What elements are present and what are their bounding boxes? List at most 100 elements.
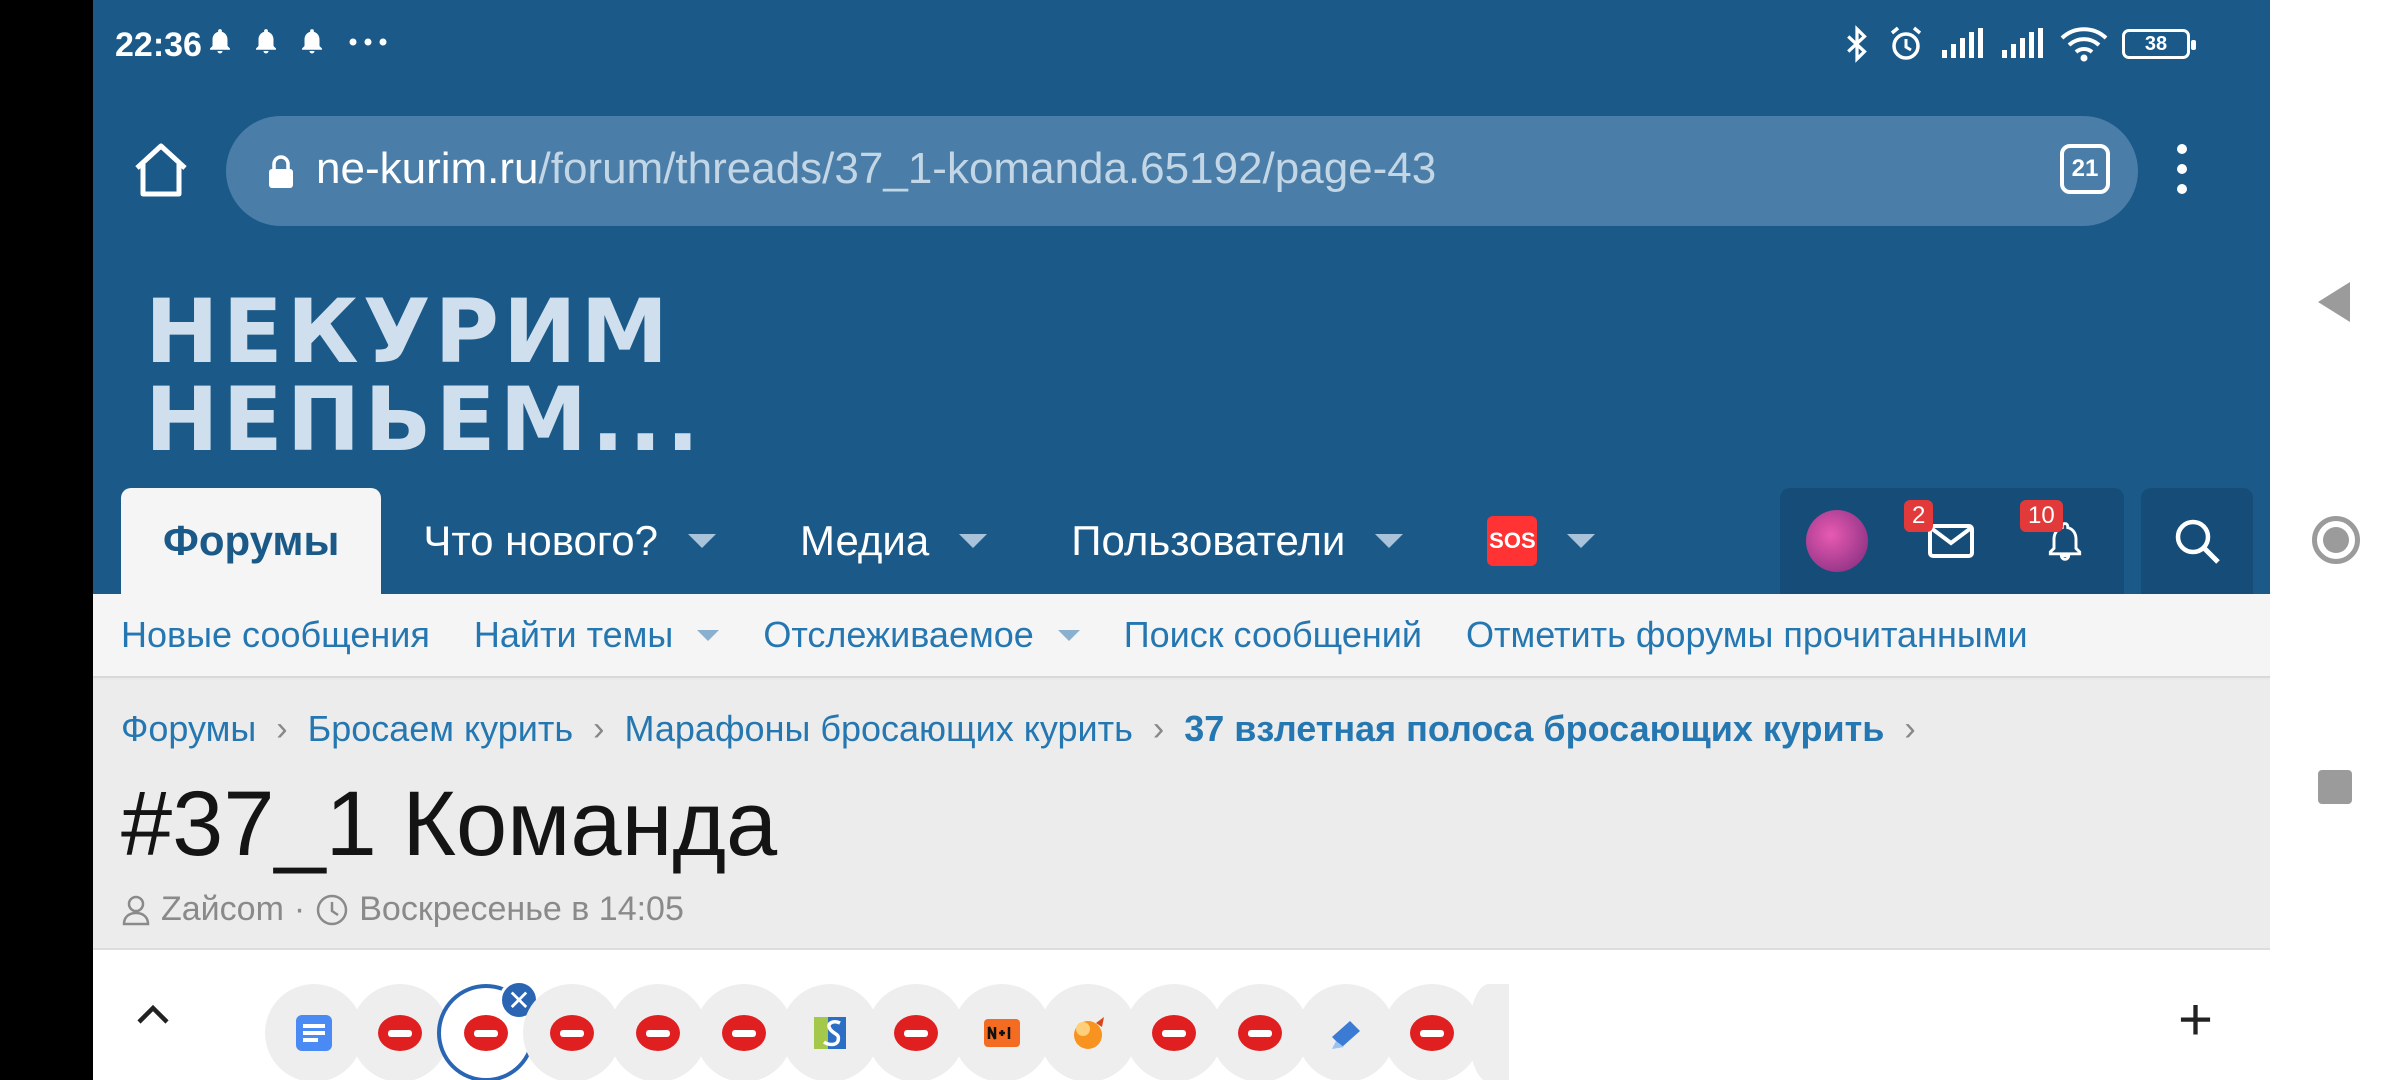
tab-nekurim[interactable] (1125, 984, 1223, 1080)
breadcrumb-item[interactable]: 37 взлетная полоса бросающих курить (1184, 708, 1884, 750)
sub-nav: Новые сообщения Найти темы Отслеживаемое… (93, 594, 2270, 678)
search-button[interactable] (2141, 488, 2253, 594)
chevron-down-icon[interactable] (1375, 534, 1404, 548)
tab-nekurim[interactable] (523, 984, 621, 1080)
site-logo[interactable]: НЕКУРИМ НЕПЬЕМ... (145, 288, 703, 464)
main-nav: Форумы Что нового? Медиа Пользователи SO… (121, 488, 1637, 594)
subnav-label: Отслеживаемое (763, 614, 1034, 655)
chevron-down-icon[interactable] (1567, 534, 1596, 548)
breadcrumb-item[interactable]: Марафоны бросающих курить (624, 708, 1132, 750)
nekurim-favicon-icon (1152, 1015, 1196, 1051)
menu-dot (2177, 144, 2187, 154)
subnav-new-posts[interactable]: Новые сообщения (121, 614, 430, 656)
address-bar[interactable]: ne-kurim.ru/forum/threads/37_1-komanda.6… (226, 116, 2138, 226)
nekurim-favicon-icon (636, 1015, 680, 1051)
nav-tab-whats-new[interactable]: Что нового? (381, 488, 758, 594)
nav-tab-sos[interactable]: SOS (1445, 488, 1637, 594)
orange-fish-icon (1074, 1017, 1104, 1049)
recent-apps-icon[interactable] (2318, 770, 2352, 804)
chevron-right-icon: › (1904, 709, 1916, 748)
envelope-icon (1928, 524, 1974, 558)
nekurim-favicon-icon (1410, 1015, 1454, 1051)
browser-menu-button[interactable] (2173, 144, 2191, 194)
nav-tab-forums[interactable]: Форумы (121, 488, 382, 594)
tab-site-s[interactable] (781, 984, 879, 1080)
menu-dot (2177, 184, 2187, 194)
subnav-find-threads[interactable]: Найти темы (473, 614, 720, 656)
bell-icon (256, 29, 276, 54)
back-icon[interactable] (2318, 282, 2350, 322)
tab-nekurim[interactable] (1383, 984, 1481, 1080)
thread-date[interactable]: Воскресенье в 14:05 (359, 890, 684, 929)
tab-nplus1[interactable] (953, 984, 1051, 1080)
lock-icon (269, 155, 293, 188)
thread-meta: Zaйcom · Воскресенье в 14:05 (121, 890, 684, 929)
tab-nekurim[interactable] (351, 984, 449, 1080)
menu-dot (2177, 164, 2187, 174)
chevron-right-icon: › (1152, 709, 1165, 748)
breadcrumb-item[interactable]: Форумы (121, 708, 256, 750)
nav-tab-media[interactable]: Медиа (758, 488, 1029, 594)
home-icon[interactable] (129, 138, 193, 202)
breadcrumb-item[interactable]: Бросаем курить (308, 708, 574, 750)
chevron-down-icon[interactable] (959, 534, 988, 548)
tab-site-blue[interactable] (1297, 984, 1395, 1080)
screen-bezel (0, 0, 93, 1080)
alerts-button[interactable]: 10 (2008, 488, 2122, 594)
chevron-up-icon[interactable] (133, 994, 173, 1034)
alarm-icon (1890, 26, 1922, 60)
blue-app-icon (1332, 1021, 1360, 1049)
tab-docs[interactable] (265, 984, 363, 1080)
tab-nekurim[interactable] (1211, 984, 1309, 1080)
logo-line: НЕПЬЕМ... (145, 368, 704, 471)
docs-icon (296, 1015, 332, 1051)
chevron-down-icon[interactable] (1057, 629, 1080, 641)
nav-tab-label: Что нового? (423, 517, 659, 564)
subnav-label: Найти темы (473, 614, 674, 655)
tab-switcher-button[interactable]: 21 (2060, 144, 2110, 194)
tab-partial[interactable] (1469, 984, 1509, 1080)
logo-line: НЕКУРИМ (145, 280, 673, 383)
notification-icons (205, 26, 393, 56)
chevron-down-icon[interactable] (688, 534, 717, 548)
tab-nekurim[interactable] (867, 984, 965, 1080)
chevron-down-icon[interactable] (697, 629, 720, 641)
subnav-search-posts[interactable]: Поиск сообщений (1124, 614, 1422, 656)
bluetooth-icon (1847, 25, 1867, 63)
nav-tab-members[interactable]: Пользователи (1029, 488, 1445, 594)
subnav-watched[interactable]: Отслеживаемое (763, 614, 1080, 656)
alerts-badge: 10 (2020, 500, 2063, 532)
nekurim-favicon-icon (464, 1015, 508, 1051)
messages-button[interactable]: 2 (1894, 488, 2008, 594)
home-button-icon[interactable] (2312, 516, 2360, 564)
nekurim-favicon-icon (550, 1015, 594, 1051)
avatar (1806, 510, 1868, 572)
tab-nekurim-active[interactable]: ✕ (437, 980, 539, 1080)
url-text: ne-kurim.ru/forum/threads/37_1-komanda.6… (316, 144, 1436, 194)
bell-icon (302, 29, 322, 54)
phone-screen: 22:36 38 ne-kurim.ru/forum/threads/37_1-… (93, 0, 2270, 1080)
url-path: /forum/threads/37_1-komanda.65192/page-4… (538, 144, 1437, 193)
url-host: ne-kurim.ru (316, 144, 539, 193)
system-status-icons: 38 (1842, 24, 2196, 64)
nplus1-icon (984, 1019, 1020, 1047)
nav-tab-label: Форумы (163, 517, 340, 564)
nekurim-favicon-icon (1238, 1015, 1282, 1051)
nekurim-favicon-icon (722, 1015, 766, 1051)
status-bar: 22:36 38 (93, 0, 2270, 94)
signal-icon (1942, 28, 1983, 58)
messages-badge: 2 (1904, 500, 1934, 532)
chevron-right-icon: › (276, 709, 288, 748)
nav-tab-label: Медиа (800, 517, 930, 564)
account-button[interactable] (1780, 488, 1894, 594)
tab-nekurim[interactable] (695, 984, 793, 1080)
user-icon (122, 895, 150, 925)
battery-icon: 38 (2122, 29, 2196, 59)
subnav-mark-read[interactable]: Отметить форумы прочитанными (1466, 614, 2028, 656)
nav-tab-label: Пользователи (1071, 517, 1346, 564)
tab-site-orange[interactable] (1039, 984, 1137, 1080)
tab-nekurim[interactable] (609, 984, 707, 1080)
add-tab-button[interactable]: + (2178, 990, 2213, 1050)
thread-author[interactable]: Zaйcom (161, 890, 284, 929)
browser-toolbar: ne-kurim.ru/forum/threads/37_1-komanda.6… (93, 94, 2270, 248)
